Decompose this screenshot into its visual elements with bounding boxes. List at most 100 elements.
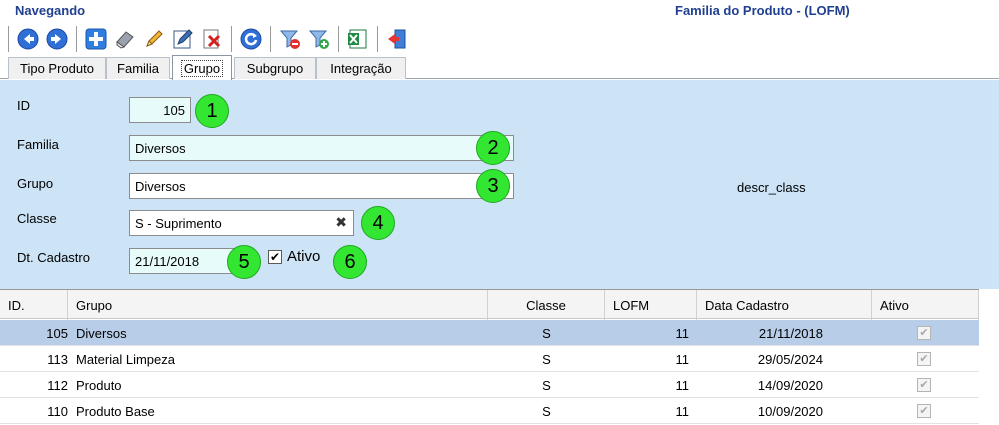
excel-icon <box>348 29 367 49</box>
eraser-icon <box>116 31 134 49</box>
refresh-button[interactable] <box>238 26 264 52</box>
cell-lofm: 11 <box>675 351 690 367</box>
col-header-ativo[interactable]: Ativo <box>872 290 979 320</box>
col-header-data-cadastro[interactable]: Data Cadastro <box>697 290 872 320</box>
col-header-classe[interactable]: Classe <box>488 290 605 320</box>
toolbar <box>8 24 413 54</box>
tab-grupo[interactable]: Grupo <box>172 55 232 80</box>
edit-icon <box>146 30 163 47</box>
cell-lofm: 11 <box>675 403 690 419</box>
classe-label: Classe <box>17 211 57 226</box>
toolbar-separator <box>338 26 339 52</box>
callout-badge-4: 4 <box>361 206 395 240</box>
ativo-checkbox[interactable]: ✔ <box>268 250 282 264</box>
cell-id: 105 <box>46 325 68 341</box>
cell-grupo: Material Limpeza <box>76 351 175 367</box>
toolbar-separator <box>8 26 9 52</box>
tab-subgrupo[interactable]: Subgrupo <box>234 57 316 79</box>
cell-grupo: Produto Base <box>76 403 155 419</box>
cell-grupo: Diversos <box>76 325 127 341</box>
col-header-id[interactable]: ID. <box>0 290 68 320</box>
table-row[interactable]: 112 Produto S 11 14/09/2020 ✔ <box>0 372 979 398</box>
add-filter-button[interactable] <box>306 26 332 52</box>
remove-filter-button[interactable] <box>277 26 303 52</box>
dt-cadastro-label: Dt. Cadastro <box>17 250 90 265</box>
clear-icon[interactable]: ✖ <box>335 214 347 231</box>
grupo-label: Grupo <box>17 176 54 191</box>
ativo-checkbox-cell[interactable]: ✔ <box>917 352 931 366</box>
clear-button[interactable] <box>112 26 138 52</box>
cell-lofm: 11 <box>675 325 690 341</box>
classe-select[interactable]: S - Suprimento ✖ <box>129 210 354 236</box>
cell-id: 113 <box>47 351 68 367</box>
table-row[interactable]: 110 Produto Base S 11 10/09/2020 ✔ <box>0 398 979 424</box>
toolbar-separator <box>377 26 378 52</box>
tab-tipo-produto[interactable]: Tipo Produto <box>8 57 106 79</box>
cell-ativo: ✔ <box>917 320 937 346</box>
id-field[interactable]: 105 <box>129 97 191 123</box>
col-header-grupo[interactable]: Grupo <box>68 290 488 320</box>
id-label: ID <box>17 98 30 113</box>
cell-id: 112 <box>47 377 68 393</box>
filter-remove-icon <box>279 30 300 49</box>
grupo-form-panel: ID 105 1 Familia Diversos 2 Grupo Divers… <box>0 80 999 289</box>
cell-ativo: ✔ <box>917 346 937 372</box>
cell-classe: S <box>542 377 551 393</box>
toolbar-separator <box>270 26 271 52</box>
descr-class-label: descr_class <box>737 180 806 195</box>
form-title: Familia do Produto - (LOFM) <box>675 3 850 18</box>
navigation-status: Navegando <box>15 3 86 18</box>
check-icon: ✔ <box>269 250 281 264</box>
previous-icon <box>17 28 39 50</box>
edit-button[interactable] <box>141 26 167 52</box>
export-excel-button[interactable] <box>345 26 371 52</box>
cell-classe: S <box>542 325 551 341</box>
delete-icon <box>203 29 221 49</box>
ativo-checkbox-cell[interactable]: ✔ <box>917 378 931 392</box>
toolbar-separator <box>76 26 77 52</box>
exit-icon <box>388 29 406 49</box>
cell-data-cadastro: 14/09/2020 <box>757 377 823 393</box>
cell-ativo: ✔ <box>917 372 937 398</box>
cell-data-cadastro: 29/05/2024 <box>757 351 823 367</box>
add-button[interactable] <box>83 26 109 52</box>
delete-button[interactable] <box>199 26 225 52</box>
callout-badge-5: 5 <box>227 245 261 279</box>
callout-badge-1: 1 <box>195 94 229 128</box>
table-row[interactable]: 113 Material Limpeza S 11 29/05/2024 ✔ <box>0 346 979 372</box>
confirm-edit-icon <box>173 29 193 49</box>
cell-lofm: 11 <box>675 377 690 393</box>
refresh-icon <box>240 28 262 50</box>
grupo-field[interactable]: Diversos <box>129 173 514 199</box>
title-bar: Navegando Familia do Produto - (LOFM) <box>0 0 999 22</box>
exit-button[interactable] <box>384 26 410 52</box>
cell-classe: S <box>542 351 551 367</box>
grid-header: ID. Grupo Classe LOFM Data Cadastro Ativ… <box>0 289 979 320</box>
ativo-checkbox-cell[interactable]: ✔ <box>917 326 931 340</box>
cell-ativo: ✔ <box>917 398 937 424</box>
previous-button[interactable] <box>15 26 41 52</box>
cell-data-cadastro: 21/11/2018 <box>758 325 823 341</box>
col-header-lofm[interactable]: LOFM <box>605 290 697 320</box>
tab-grupo-label: Grupo <box>180 59 224 77</box>
ativo-label: Ativo <box>287 248 321 265</box>
callout-badge-3: 3 <box>476 169 510 203</box>
toolbar-separator <box>231 26 232 52</box>
grupo-grid: ID. Grupo Classe LOFM Data Cadastro Ativ… <box>0 289 999 425</box>
ativo-checkbox-cell[interactable]: ✔ <box>917 404 931 418</box>
cell-data-cadastro: 10/09/2020 <box>757 403 823 419</box>
next-icon <box>46 28 68 50</box>
classe-value: S - Suprimento <box>135 215 222 231</box>
callout-badge-6: 6 <box>333 245 367 279</box>
table-row[interactable]: 105 Diversos S 11 21/11/2018 ✔ <box>0 320 979 346</box>
confirm-edit-button[interactable] <box>170 26 196 52</box>
cell-grupo: Produto <box>76 377 122 393</box>
tab-integracao[interactable]: Integração <box>316 57 406 79</box>
next-button[interactable] <box>44 26 70 52</box>
add-icon <box>85 28 107 50</box>
familia-label: Familia <box>17 137 59 152</box>
tab-familia[interactable]: Familia <box>106 57 170 79</box>
callout-badge-2: 2 <box>476 131 510 165</box>
filter-add-icon <box>308 30 329 49</box>
familia-field[interactable]: Diversos <box>129 135 514 161</box>
